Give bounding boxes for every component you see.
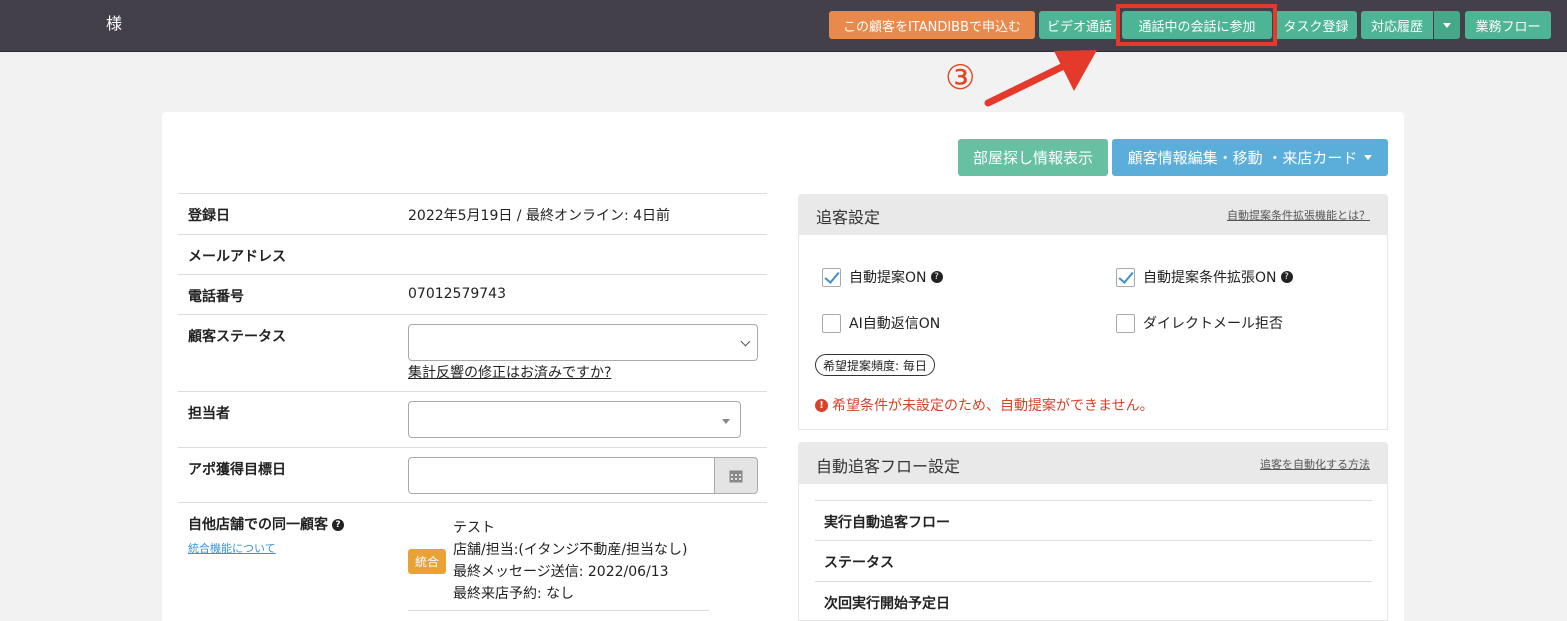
appointment-date-input[interactable] [408, 457, 715, 494]
edit-customer-button[interactable]: 顧客情報編集・移動 ・来店カード [1112, 139, 1388, 176]
calendar-icon [729, 470, 743, 482]
divider [178, 391, 767, 392]
auto-flow-help-link[interactable]: 追客を自動化する方法 [1260, 456, 1370, 472]
task-register-button[interactable]: タスク登録 [1275, 11, 1357, 39]
auto-suggest-ext-checkbox[interactable]: 自動提案条件拡張ON? [1116, 267, 1293, 287]
registered-label: 登録日 [188, 208, 230, 224]
caret-down-icon [722, 419, 730, 424]
appointment-label: アポ獲得目標日 [188, 462, 286, 478]
merge-badge[interactable]: 統合 [408, 549, 446, 574]
exclamation-icon: ! [815, 398, 828, 412]
ai-reply-label: AI自動返信ON [849, 316, 941, 332]
video-call-button[interactable]: ビデオ通話 [1039, 11, 1119, 39]
step-number: ③ [945, 58, 976, 98]
direct-mail-reject-label: ダイレクトメール拒否 [1143, 316, 1283, 332]
divider [815, 581, 1372, 582]
follow-settings-header: 追客設定 自動提案条件拡張機能とは？ [798, 194, 1388, 235]
auto-suggest-label: 自動提案ON [849, 270, 927, 286]
auto-flow-header: 自動追客フロー設定 追客を自動化する方法 [798, 442, 1388, 484]
auto-flow-row-label: 実行自動追客フロー [824, 515, 950, 531]
same-customer-name: テスト [453, 520, 495, 536]
auto-flow-title: 自動追客フロー設定 [816, 457, 961, 476]
same-customer-label-text: 自他店舗での同一顧客 [188, 517, 328, 533]
annotation-arrow-icon [984, 50, 1097, 107]
divider [178, 447, 767, 448]
phone-value: 07012579743 [408, 286, 506, 302]
auto-flow-next-date-label: 次回実行開始予定日 [824, 596, 950, 612]
warning-text: 希望条件が未設定のため、自動提案ができません。 [832, 398, 1154, 414]
staff-label: 担当者 [188, 406, 230, 422]
status-select[interactable] [408, 324, 758, 361]
phone-label: 電話番号 [188, 289, 244, 305]
same-customer-entry: テスト 店舗/担当:(イタンジ不動産/担当なし) 最終メッセージ送信: 2022… [453, 517, 688, 605]
apply-itandi-button[interactable]: この顧客をITANDIBBで申込む [829, 11, 1035, 39]
top-navigation-bar: 様 この顧客をITANDIBBで申込む ビデオ通話 通話中の会話に参加 タスク登… [0, 0, 1567, 52]
help-icon[interactable]: ? [1280, 271, 1293, 283]
divider [178, 234, 767, 235]
help-icon[interactable]: ? [930, 271, 943, 283]
caret-down-icon [1364, 155, 1373, 160]
auto-suggest-checkbox[interactable]: 自動提案ON? [822, 267, 943, 287]
help-icon[interactable]: ? [332, 519, 344, 531]
status-label: 顧客ステータス [188, 329, 286, 345]
same-customer-label: 自他店舗での同一顧客? [188, 514, 344, 534]
warning-message: ! 希望条件が未設定のため、自動提案ができません。 [815, 395, 1154, 415]
divider [408, 610, 709, 611]
highlight-box [1116, 4, 1277, 46]
follow-settings-title: 追客設定 [816, 208, 881, 227]
same-customer-last-message: 最終メッセージ送信: 2022/06/13 [453, 564, 669, 580]
merge-feature-link[interactable]: 統合機能について [188, 540, 276, 556]
auto-flow-status-label: ステータス [824, 555, 894, 571]
edit-customer-label: 顧客情報編集・移動 ・来店カード [1127, 149, 1358, 167]
divider [815, 540, 1372, 541]
same-customer-last-visit: 最終来店予約: なし [453, 586, 575, 602]
auto-suggest-ext-label: 自動提案条件拡張ON [1143, 270, 1277, 286]
calendar-button[interactable] [714, 457, 758, 494]
customer-name: 様 [106, 14, 123, 33]
ai-reply-checkbox[interactable]: AI自動返信ON [822, 313, 940, 333]
staff-select[interactable] [408, 401, 741, 438]
same-customer-store: 店舗/担当:(イタンジ不動産/担当なし) [453, 542, 688, 558]
direct-mail-reject-checkbox[interactable]: ダイレクトメール拒否 [1116, 313, 1283, 333]
divider [815, 500, 1372, 501]
divider [178, 502, 767, 503]
follow-settings-help-link[interactable]: 自動提案条件拡張機能とは？ [1227, 207, 1370, 223]
registered-value: 2022年5月19日 / 最終オンライン: 4日前 [408, 208, 671, 224]
checkbox-checked-icon [1116, 267, 1135, 287]
checkbox-unchecked-icon [822, 313, 841, 333]
checkbox-checked-icon [822, 267, 841, 287]
email-label: メールアドレス [188, 249, 286, 265]
caret-down-icon [1443, 22, 1451, 28]
workflow-button[interactable]: 業務フロー [1465, 11, 1551, 39]
divider [178, 193, 767, 194]
history-dropdown-toggle[interactable] [1434, 11, 1460, 39]
checkbox-unchecked-icon [1116, 313, 1135, 333]
room-search-info-button[interactable]: 部屋探し情報表示 [958, 139, 1108, 176]
divider [178, 314, 767, 315]
history-button[interactable]: 対応履歴 [1361, 11, 1433, 39]
status-fix-link[interactable]: 集計反響の修正はお済みですか? [408, 362, 611, 382]
chevron-down-icon [740, 336, 751, 347]
frequency-pill: 希望提案頻度: 毎日 [815, 354, 935, 376]
divider [178, 274, 767, 275]
